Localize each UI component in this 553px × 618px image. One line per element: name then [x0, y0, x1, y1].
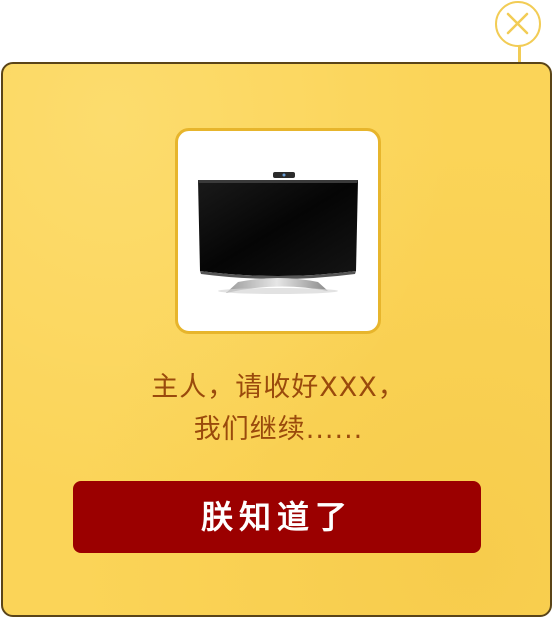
close-button[interactable] — [495, 1, 541, 47]
message-line-2: 我们继续...... — [193, 414, 364, 445]
reward-popup: 主人，请收好XXX， 我们继续...... 朕知道了 — [0, 0, 553, 618]
message-line-1: 主人，请收好XXX， — [151, 372, 406, 403]
dialog-card: 主人，请收好XXX， 我们继续...... 朕知道了 — [1, 62, 552, 617]
close-icon — [506, 12, 529, 35]
product-image-frame — [175, 128, 381, 334]
tv-image — [198, 172, 358, 294]
confirm-button[interactable]: 朕知道了 — [73, 481, 481, 553]
